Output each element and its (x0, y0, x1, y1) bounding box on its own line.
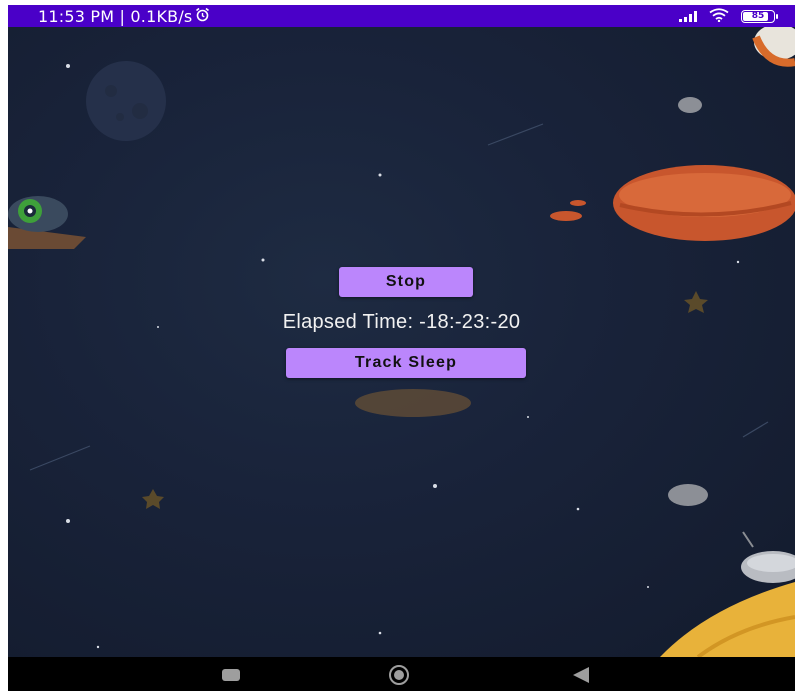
rocket-corner (752, 27, 795, 67)
satellite-right (741, 531, 795, 583)
recents-square-icon[interactable] (222, 669, 240, 681)
battery-percent: 85 (751, 10, 765, 21)
bottom-planet (355, 389, 471, 417)
cell-signal-icon (679, 10, 697, 22)
back-triangle-icon[interactable] (573, 667, 589, 683)
space-background (8, 27, 795, 657)
space-illustration (8, 27, 795, 657)
home-circle-icon[interactable] (389, 665, 409, 685)
status-left: 11:53 PM | 0.1KB/s (38, 7, 210, 26)
yellow-planet-corner (660, 582, 795, 657)
status-time-speed: 11:53 PM | 0.1KB/s (38, 7, 193, 26)
status-bar: 11:53 PM | 0.1KB/s 85 (8, 5, 795, 27)
battery-nub (776, 13, 778, 19)
alien-ufo (8, 196, 86, 249)
battery-icon: 85 (741, 9, 778, 23)
cratered-moon (86, 61, 166, 141)
alarm-clock-icon (195, 7, 210, 26)
stop-button[interactable]: Stop (339, 267, 473, 297)
elapsed-time-label: Elapsed Time: -18:-23:-20 (282, 311, 521, 333)
wifi-icon (709, 7, 729, 26)
phone-screen: 11:53 PM | 0.1KB/s 85 Stop Elapsed Time:… (8, 5, 795, 691)
orange-planet (550, 165, 795, 241)
navigation-bar (8, 657, 795, 691)
track-sleep-button[interactable]: Track Sleep (286, 348, 526, 378)
status-right: 85 (679, 7, 778, 26)
